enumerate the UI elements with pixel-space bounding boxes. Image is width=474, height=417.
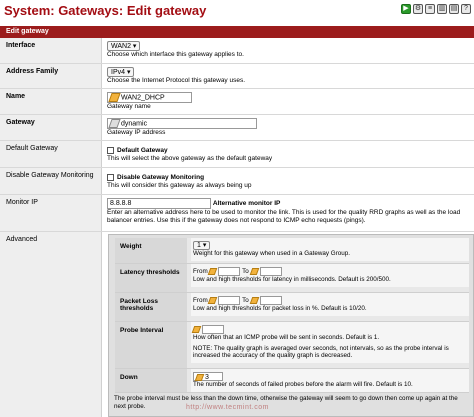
disable-monitoring-checkbox[interactable] [107, 174, 114, 181]
interface-select[interactable]: WAN2 ▾ [107, 41, 141, 51]
pencil-icon [191, 326, 202, 333]
default-gateway-label: Default Gateway [0, 141, 102, 167]
probe-interval-input[interactable] [202, 325, 224, 334]
disable-monitoring-check-label: Disable Gateway Monitoring [117, 174, 205, 182]
page-title: System: Gateways: Edit gateway [4, 3, 207, 18]
pencil-icon [194, 373, 205, 381]
interface-desc: Choose which interface this gateway appl… [107, 51, 244, 58]
latency-row: Latency thresholds From To Low and high … [115, 264, 469, 293]
default-gateway-desc: This will select the above gateway as th… [107, 155, 273, 163]
packet-loss-row: Packet Loss thresholds From To Low and h… [115, 293, 469, 322]
name-input[interactable]: WAN2_DHCP [107, 92, 192, 103]
probe-interval-label: Probe Interval [115, 322, 187, 368]
down-desc: The number of seconds of failed probes b… [193, 381, 413, 388]
probe-interval-note: NOTE: The quality graph is averaged over… [193, 344, 449, 360]
probe-interval-desc: How often that an ICMP probe will be sen… [193, 334, 380, 341]
play-icon[interactable]: ▶ [401, 4, 411, 14]
disable-monitoring-row: Disable Gateway Monitoring Disable Gatew… [0, 168, 474, 195]
packet-loss-to-label: To [242, 297, 249, 305]
toolbar: ▶ ⚙ ≡ ▥ ▤ ? [401, 4, 471, 14]
name-desc: Gateway name [107, 103, 151, 110]
weight-label: Weight [115, 238, 187, 263]
disable-monitoring-desc: This will consider this gateway as alway… [107, 182, 252, 190]
gateway-input[interactable]: dynamic [107, 118, 257, 129]
advanced-footer-note: The probe interval must be less than the… [114, 395, 458, 410]
default-gateway-checkbox[interactable] [107, 147, 114, 154]
latency-low-input[interactable] [218, 267, 241, 276]
monitor-ip-desc: Enter an alternative address here to be … [107, 209, 461, 224]
network-icon [108, 119, 121, 128]
help-icon[interactable]: ? [461, 4, 471, 14]
latency-desc: Low and high thresholds for latency in m… [193, 276, 391, 283]
address-family-desc: Choose the Internet Protocol this gatewa… [107, 77, 246, 84]
title-bar: System: Gateways: Edit gateway ▶ ⚙ ≡ ▥ ▤… [0, 0, 474, 24]
monitor-ip-row: Monitor IP 8.8.8.8 Alternative monitor I… [0, 195, 474, 232]
latency-label: Latency thresholds [115, 264, 187, 292]
packet-loss-high-input[interactable] [259, 296, 282, 305]
latency-to-label: To [242, 268, 249, 276]
packet-loss-desc: Low and high thresholds for packet loss … [193, 305, 367, 312]
disable-monitoring-label: Disable Gateway Monitoring [0, 168, 102, 194]
gateway-label: Gateway [0, 115, 102, 140]
down-row: Down 3 The number of seconds of failed p… [115, 369, 469, 393]
name-label: Name [0, 89, 102, 114]
section-header: Edit gateway [0, 26, 474, 38]
advanced-label: Advanced [0, 232, 102, 417]
pencil-icon [208, 297, 218, 304]
monitor-ip-label: Monitor IP [0, 195, 102, 231]
name-row: Name WAN2_DHCP Gateway name [0, 89, 474, 115]
pencil-icon [249, 268, 259, 275]
latency-from-label: From [193, 268, 208, 276]
weight-select[interactable]: 1 ▾ [193, 241, 211, 250]
log-icon[interactable]: ▤ [449, 4, 459, 14]
packet-loss-from-label: From [193, 297, 208, 305]
gateway-desc: Gateway IP address [107, 129, 166, 136]
monitor-ip-input[interactable]: 8.8.8.8 [107, 198, 211, 209]
address-family-row: Address Family IPv4 ▾ Choose the Interne… [0, 64, 474, 89]
pencil-icon [249, 297, 259, 304]
gateway-row: Gateway dynamic Gateway IP address [0, 115, 474, 141]
weight-row: Weight 1 ▾ Weight for this gateway when … [115, 238, 469, 264]
advanced-panel: Weight 1 ▾ Weight for this gateway when … [108, 234, 474, 417]
list-icon[interactable]: ≡ [425, 4, 435, 14]
weight-desc: Weight for this gateway when used in a G… [193, 250, 351, 257]
down-label: Down [115, 369, 187, 392]
chart-icon[interactable]: ▥ [437, 4, 447, 14]
watermark: http://www.tecmint.com [186, 404, 269, 411]
down-input[interactable]: 3 [193, 372, 223, 381]
latency-high-input[interactable] [259, 267, 282, 276]
default-gateway-row: Default Gateway Default Gateway This wil… [0, 141, 474, 168]
packet-loss-label: Packet Loss thresholds [115, 293, 187, 321]
address-family-label: Address Family [0, 64, 102, 88]
default-gateway-check-label: Default Gateway [117, 147, 168, 155]
interface-row: Interface WAN2 ▾ Choose which interface … [0, 38, 474, 64]
gear-icon[interactable]: ⚙ [413, 4, 423, 14]
pencil-icon [208, 268, 218, 275]
packet-loss-low-input[interactable] [218, 296, 241, 305]
pencil-icon [108, 93, 121, 102]
monitor-ip-suffix: Alternative monitor IP [212, 200, 281, 208]
interface-label: Interface [0, 38, 102, 63]
probe-interval-row: Probe Interval How often that an ICMP pr… [115, 322, 469, 369]
address-family-select[interactable]: IPv4 ▾ [107, 67, 135, 77]
